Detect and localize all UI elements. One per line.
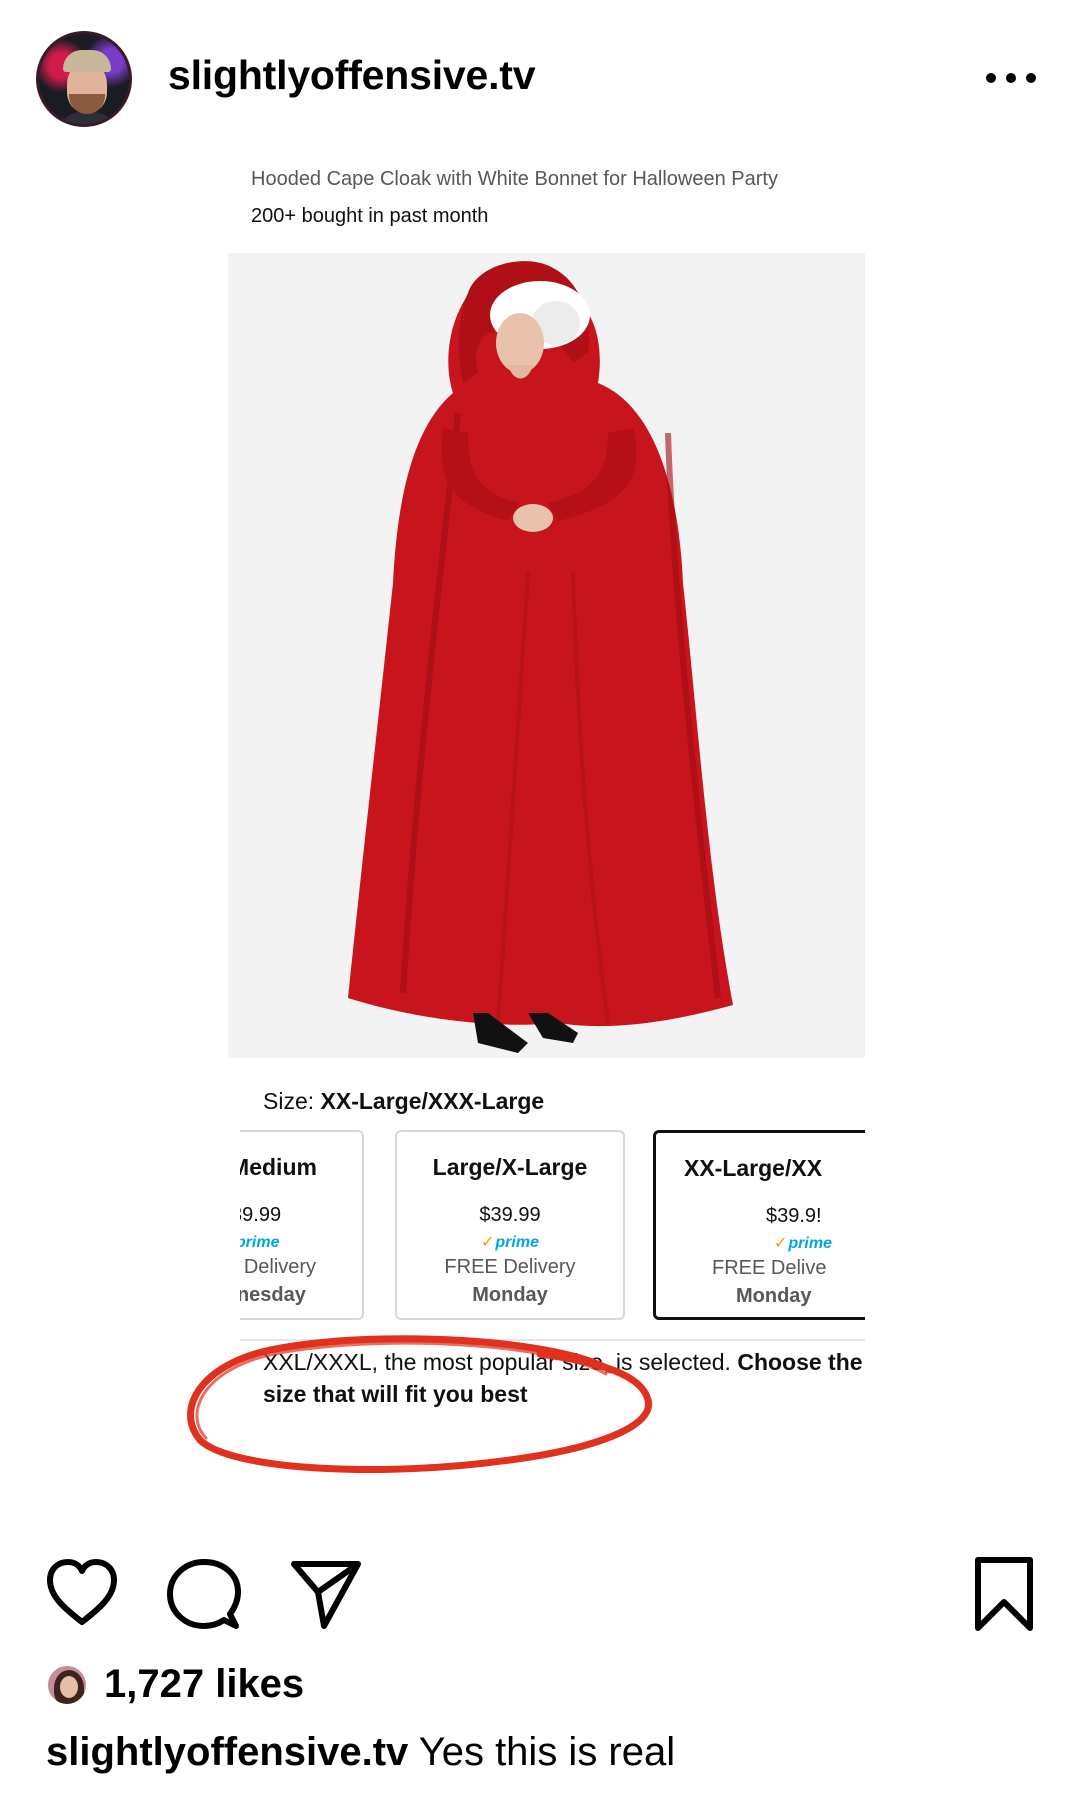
prime-badge: prime	[397, 1232, 623, 1252]
size-option-small-medium[interactable]: nall/Medium $39.99 prime FREE Delivery W…	[240, 1130, 364, 1320]
size-option-xxlarge-selected[interactable]: XX-Large/XX $39.9! prime FREE Delive Mon…	[653, 1130, 865, 1320]
post-image[interactable]: Hooded Cape Cloak with White Bonnet for …	[0, 150, 1080, 1510]
bought-count: 200+ bought in past month	[251, 205, 489, 227]
size-option-large-xlarge[interactable]: Large/X-Large $39.99 prime FREE Delivery…	[395, 1130, 625, 1320]
caption-username[interactable]: slightlyoffensive.tv	[46, 1730, 408, 1774]
post-actions	[0, 1540, 1080, 1640]
caption-text: Yes this is real	[418, 1730, 676, 1774]
bookmark-icon[interactable]	[966, 1556, 1042, 1632]
cloak-illustration	[348, 261, 733, 1053]
heart-icon[interactable]	[44, 1556, 120, 1632]
selected-size: XX-Large/XXX-Large	[320, 1088, 545, 1114]
product-title: Hooded Cape Cloak with White Bonnet for …	[251, 168, 778, 190]
size-options: nall/Medium $39.99 prime FREE Delivery W…	[240, 1130, 865, 1320]
profile-avatar[interactable]	[36, 31, 132, 127]
prime-badge: prime	[656, 1233, 865, 1253]
prime-badge: prime	[240, 1232, 362, 1252]
post-username[interactable]: slightlyoffensive.tv	[168, 52, 536, 99]
comment-icon[interactable]	[166, 1556, 242, 1632]
size-selection-label: Size: XX-Large/XXX-Large	[263, 1088, 545, 1114]
product-photo	[228, 253, 865, 1058]
post-caption: slightlyoffensive.tv Yes this is real	[46, 1730, 675, 1775]
send-icon[interactable]	[288, 1556, 364, 1632]
likes-count[interactable]: 1,727 likes	[104, 1662, 304, 1707]
red-annotation-circle	[187, 1335, 653, 1473]
liker-avatar	[46, 1664, 88, 1706]
post-header: slightlyoffensive.tv	[0, 0, 1080, 150]
more-horizontal-icon[interactable]	[986, 71, 1036, 85]
